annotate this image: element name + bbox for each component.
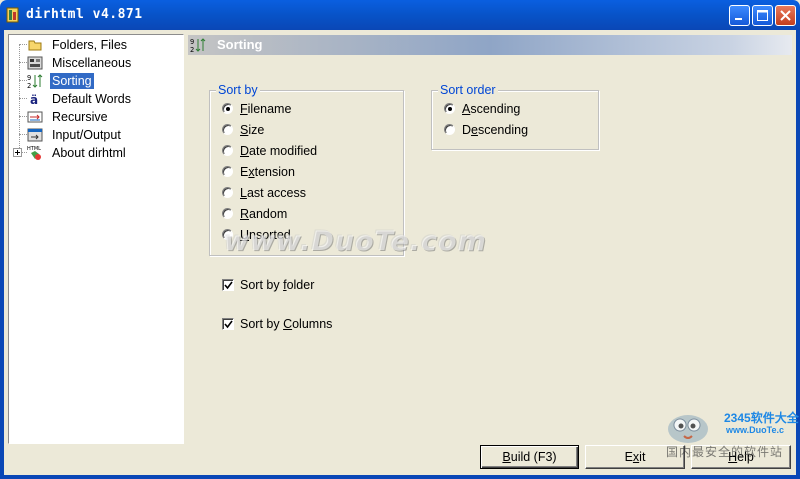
expand-toggle[interactable] — [13, 148, 22, 157]
svg-text:2: 2 — [27, 82, 31, 89]
svg-text:9: 9 — [190, 38, 194, 46]
radio-indicator[interactable] — [222, 145, 233, 156]
svg-text:ä: ä — [30, 93, 38, 107]
sort-order-legend: Sort order — [438, 83, 498, 97]
html-icon: HTML — [27, 145, 43, 161]
svg-text:9: 9 — [27, 74, 31, 82]
mascot-icon — [668, 415, 708, 443]
svg-text:HTML: HTML — [27, 146, 41, 152]
io-icon — [27, 127, 43, 143]
app-icon — [6, 7, 20, 23]
minimize-icon — [735, 18, 742, 20]
check-icon — [224, 320, 233, 329]
misc-icon — [27, 55, 43, 71]
checkbox-box[interactable] — [222, 279, 234, 291]
title-bar: dirhtml v4.871 — [0, 0, 800, 30]
brand-title: 2345软件大全 — [724, 411, 799, 425]
maximize-icon — [757, 10, 768, 21]
radio-indicator[interactable] — [444, 124, 455, 135]
radio-indicator[interactable] — [222, 124, 233, 135]
brand-watermark: 2345软件大全 www.DuoTe.c 国内最安全的软件站 — [658, 403, 800, 463]
check-icon — [224, 281, 233, 290]
close-icon — [780, 10, 791, 21]
radio-indicator[interactable] — [222, 103, 233, 114]
window-title: dirhtml v4.871 — [26, 7, 143, 22]
radio-indicator[interactable] — [222, 187, 233, 198]
brand-url: www.DuoTe.c — [726, 425, 785, 435]
close-button[interactable] — [775, 5, 796, 26]
sort-by-legend: Sort by — [216, 83, 260, 97]
settings-tree[interactable]: Folders, Files Miscellaneous 92 Sorting … — [8, 34, 184, 444]
checkbox-box[interactable] — [222, 318, 234, 330]
build-button[interactable]: Build (F3) — [480, 445, 579, 469]
page-title: Sorting — [217, 37, 263, 52]
page-header: 92 Sorting — [188, 35, 792, 55]
minimize-button[interactable] — [729, 5, 750, 26]
words-icon: ä — [27, 91, 43, 107]
sort-order-group: Sort order Ascending Descending — [431, 83, 599, 150]
radio-indicator[interactable] — [222, 166, 233, 177]
folder-icon — [27, 37, 43, 53]
radio-indicator[interactable] — [222, 208, 233, 219]
watermark-text: www.DuoTe.com — [224, 226, 487, 257]
sort-icon: 92 — [190, 37, 206, 54]
recursive-icon — [27, 109, 43, 125]
maximize-button[interactable] — [752, 5, 773, 26]
svg-text:2: 2 — [190, 46, 194, 53]
radio-indicator[interactable] — [444, 103, 455, 114]
sort-icon: 92 — [27, 73, 43, 90]
brand-slogan: 国内最安全的软件站 — [666, 445, 784, 459]
